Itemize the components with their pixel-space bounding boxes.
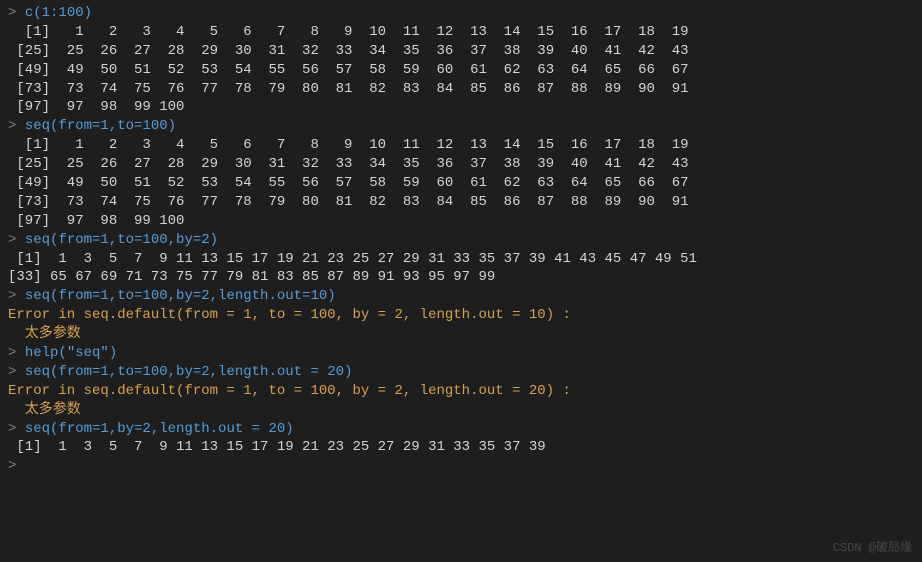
console-output-line: [49] 49 50 51 52 53 54 55 56 57 58 59 60…	[8, 174, 914, 193]
console-error-line: Error in seq.default(from = 1, to = 100,…	[8, 382, 914, 401]
console-error-line: Error in seq.default(from = 1, to = 100,…	[8, 306, 914, 325]
code-text: c(1:100)	[25, 5, 92, 21]
console-command-line: >	[8, 457, 914, 476]
prompt: >	[8, 288, 25, 304]
prompt: >	[8, 421, 25, 437]
r-console[interactable]: > c(1:100) [1] 1 2 3 4 5 6 7 8 9 10 11 1…	[8, 4, 914, 476]
console-command-line: > seq(from=1,to=100,by=2,length.out = 20…	[8, 363, 914, 382]
code-text: seq(from=1,to=100)	[25, 118, 176, 134]
prompt: >	[8, 345, 25, 361]
console-command-line: > seq(from=1,to=100,by=2,length.out=10)	[8, 287, 914, 306]
console-output-line: [25] 25 26 27 28 29 30 31 32 33 34 35 36…	[8, 155, 914, 174]
code-text: seq(from=1,to=100,by=2,length.out=10)	[25, 288, 336, 304]
code-text: help("seq")	[25, 345, 117, 361]
console-command-line: > seq(from=1,to=100,by=2)	[8, 231, 914, 250]
prompt: >	[8, 232, 25, 248]
code-text: seq(from=1,to=100,by=2)	[25, 232, 218, 248]
console-output-line: [73] 73 74 75 76 77 78 79 80 81 82 83 84…	[8, 193, 914, 212]
console-error-line: 太多参数	[8, 325, 914, 344]
console-output-line: [49] 49 50 51 52 53 54 55 56 57 58 59 60…	[8, 61, 914, 80]
console-error-line: 太多参数	[8, 401, 914, 420]
console-command-line: > seq(from=1,by=2,length.out = 20)	[8, 420, 914, 439]
watermark: CSDN @破局缘	[833, 540, 912, 556]
console-output-line: [25] 25 26 27 28 29 30 31 32 33 34 35 36…	[8, 42, 914, 61]
console-output-line: [33] 65 67 69 71 73 75 77 79 81 83 85 87…	[8, 268, 914, 287]
console-output-line: [97] 97 98 99 100	[8, 98, 914, 117]
console-output-line: [1] 1 3 5 7 9 11 13 15 17 19 21 23 25 27…	[8, 438, 914, 457]
console-output-line: [97] 97 98 99 100	[8, 212, 914, 231]
console-output-line: [1] 1 2 3 4 5 6 7 8 9 10 11 12 13 14 15 …	[8, 136, 914, 155]
prompt: >	[8, 5, 25, 21]
code-text: seq(from=1,to=100,by=2,length.out = 20)	[25, 364, 353, 380]
prompt: >	[8, 118, 25, 134]
prompt: >	[8, 364, 25, 380]
console-output-line: [1] 1 2 3 4 5 6 7 8 9 10 11 12 13 14 15 …	[8, 23, 914, 42]
prompt: >	[8, 458, 25, 474]
console-command-line: > seq(from=1,to=100)	[8, 117, 914, 136]
console-output-line: [1] 1 3 5 7 9 11 13 15 17 19 21 23 25 27…	[8, 250, 914, 269]
code-text: seq(from=1,by=2,length.out = 20)	[25, 421, 294, 437]
console-command-line: > c(1:100)	[8, 4, 914, 23]
console-output-line: [73] 73 74 75 76 77 78 79 80 81 82 83 84…	[8, 80, 914, 99]
console-command-line: > help("seq")	[8, 344, 914, 363]
